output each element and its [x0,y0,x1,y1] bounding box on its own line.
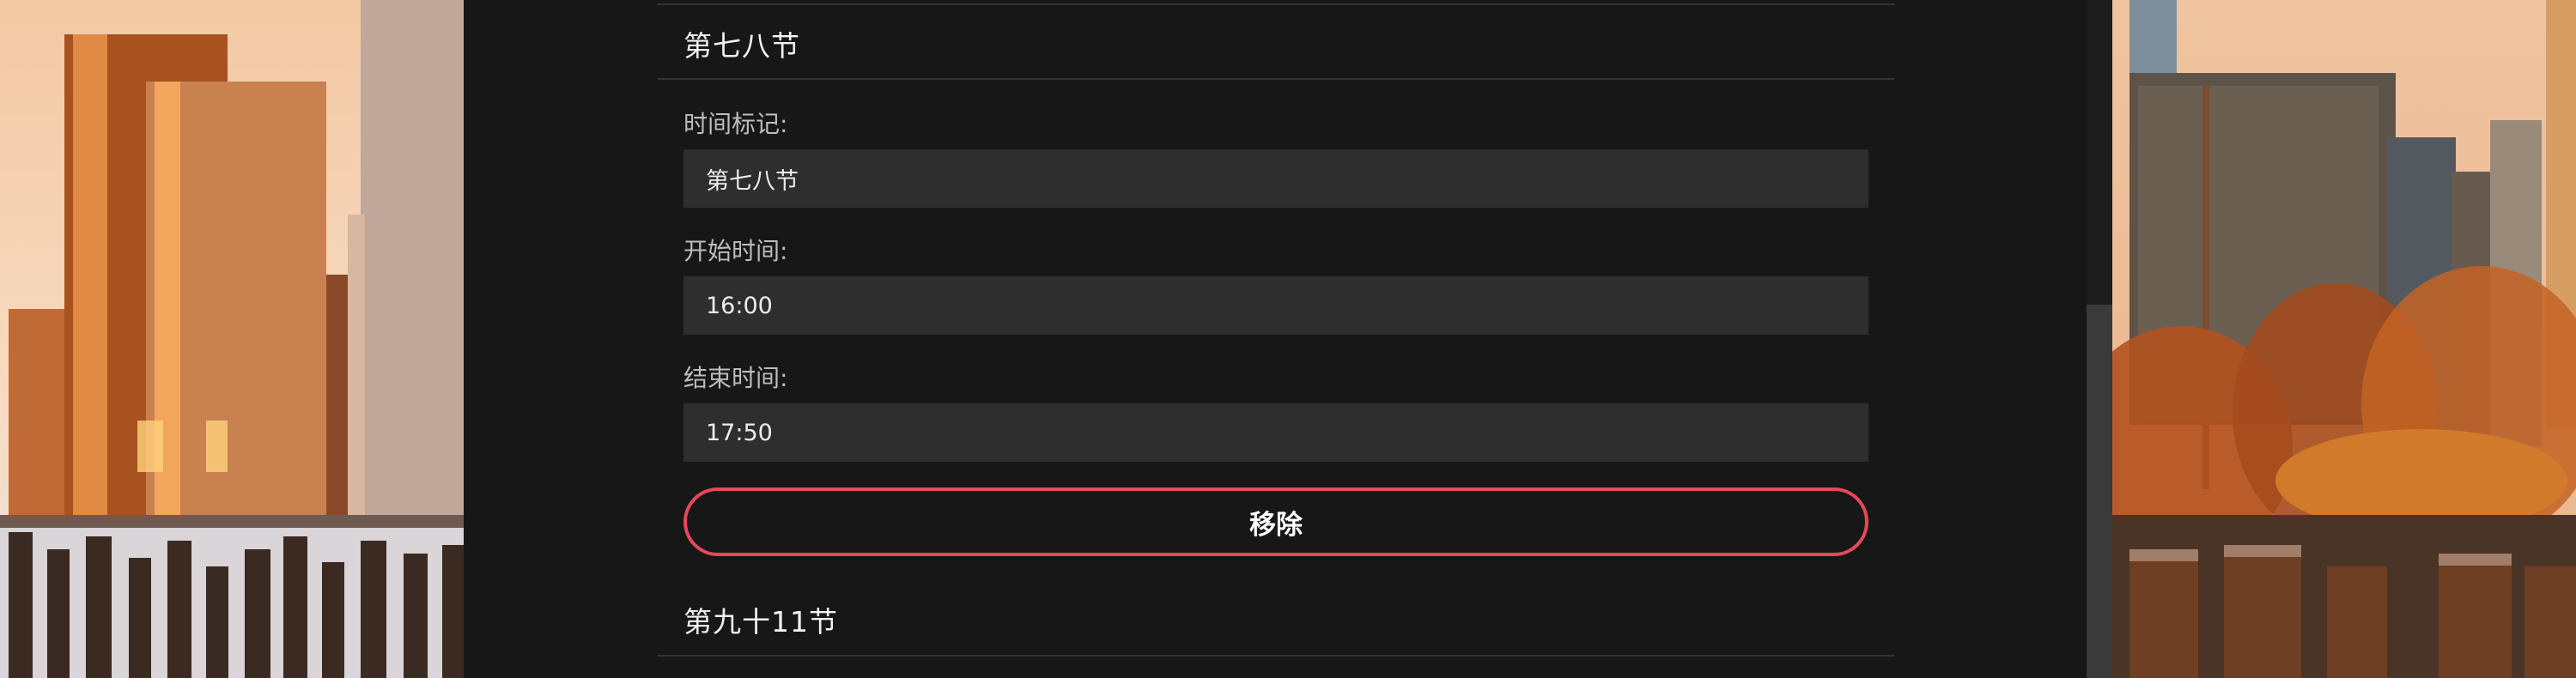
time-label-input[interactable] [683,149,1868,208]
end-time-input[interactable] [683,403,1868,462]
end-time-field-label: 结束时间: [683,364,788,392]
section-title: 第七八节 [683,29,800,63]
remove-button[interactable]: 移除 [683,487,1868,556]
section-divider [658,78,1894,80]
background-image-left [0,0,464,678]
time-label-field-label: 时间标记: [683,110,788,138]
section-divider [658,655,1894,657]
section-title: 第九十11节 [683,605,838,639]
time-slot-form: 第七八节 时间标记: 开始时间: 结束时间: 移除 第九十11节 [658,0,1894,678]
start-time-field-label: 开始时间: [683,237,788,265]
background-image-right [2112,0,2576,678]
scrollbar-thumb[interactable] [2087,305,2112,678]
start-time-input[interactable] [683,276,1868,335]
section-divider [658,3,1894,5]
